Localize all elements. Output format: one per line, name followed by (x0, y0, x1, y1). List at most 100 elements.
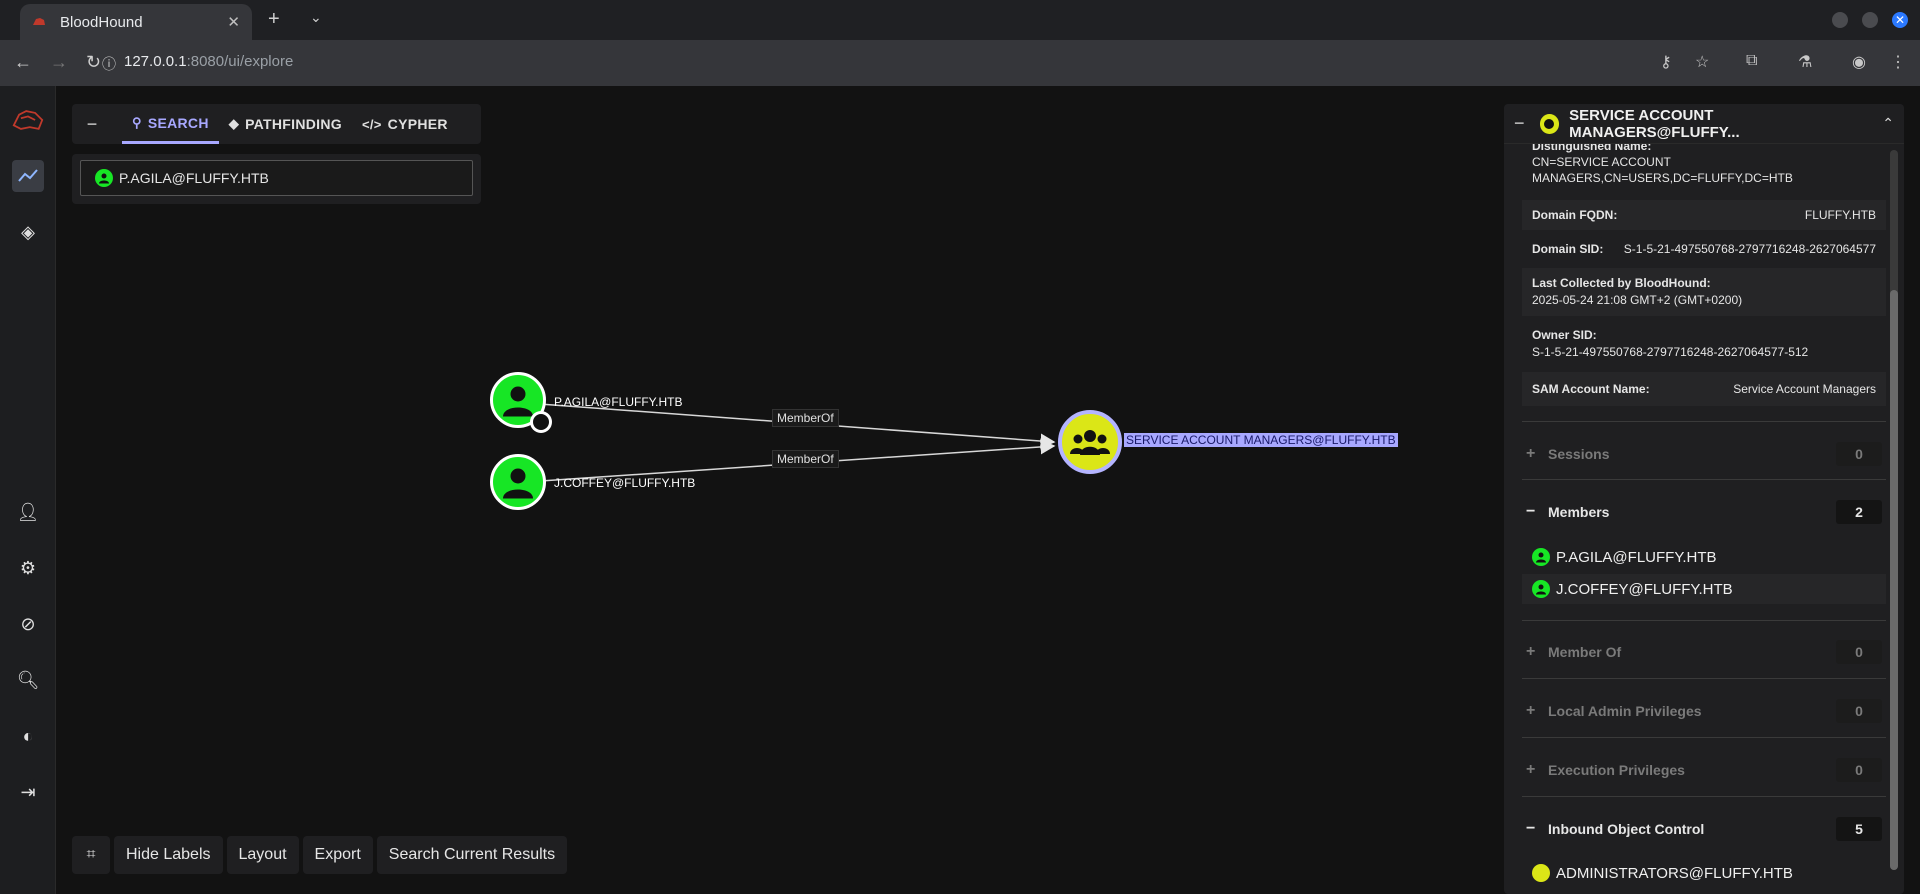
forward-icon[interactable]: → (50, 52, 68, 73)
tab-cypher[interactable]: </> CYPHER (352, 104, 458, 144)
group-management-gem-icon[interactable]: ◈ (12, 216, 44, 248)
edge-label-memberof[interactable]: MemberOf (772, 409, 839, 427)
logout-icon[interactable]: ⇥ (12, 776, 44, 808)
section-execution-privileges[interactable]: + Execution Privileges 0 (1522, 754, 1886, 786)
prop-value: S-1-5-21-497550768-2797716248-2627064577 (1623, 242, 1876, 256)
close-window-icon[interactable]: ✕ (1892, 12, 1908, 28)
tab-list-chevron-icon[interactable]: ⌄ (310, 9, 322, 26)
edge-label-memberof[interactable]: MemberOf (772, 450, 839, 468)
tab-search[interactable]: ⚲ SEARCH (122, 104, 219, 144)
labs-flask-icon[interactable]: ⚗ (1798, 52, 1812, 72)
divider (1522, 421, 1886, 422)
node-label-pagila: P.AGILA@FLUFFY.HTB (554, 395, 683, 409)
tab-title: BloodHound (60, 13, 143, 31)
back-icon[interactable]: ← (14, 52, 32, 73)
browser-tab[interactable]: BloodHound ✕ (20, 4, 252, 40)
prop-owner-sid: Owner SID: S-1-5-21-497550768-2797716248… (1522, 320, 1886, 368)
api-explorer-icon[interactable]: 🔍︎ (12, 664, 44, 696)
administration-icon[interactable]: ⚙ (12, 552, 44, 584)
section-sessions[interactable]: + Sessions 0 (1522, 438, 1886, 470)
profile-nav-icon[interactable]: 👤︎ (12, 496, 44, 528)
count-badge: 0 (1836, 640, 1882, 664)
prop-label: SAM Account Name: (1532, 382, 1650, 396)
bloodhound-logo-icon[interactable] (12, 104, 44, 136)
search-box: P.AGILA@FLUFFY.HTB (72, 154, 481, 204)
site-info-icon[interactable]: ⓘ (102, 54, 116, 74)
owned-skull-badge-icon (530, 411, 552, 433)
prop-distinguished-name: Distinguished Name: CN=SERVICE ACCOUNT M… (1522, 144, 1886, 194)
password-key-icon[interactable]: ⚷ (1660, 52, 1672, 72)
divider (1522, 620, 1886, 621)
new-tab-icon[interactable]: + (268, 8, 280, 31)
hide-labels-button[interactable]: Hide Labels (114, 836, 223, 874)
entity-panel-scrollbar-thumb[interactable] (1890, 290, 1898, 870)
explore-nav-icon[interactable] (12, 160, 44, 192)
tab-cypher-label: CYPHER (387, 116, 448, 132)
user-icon (503, 468, 533, 499)
layout-button[interactable]: Layout (226, 836, 299, 874)
bookmark-star-icon[interactable]: ☆ (1695, 52, 1709, 72)
section-label: Sessions (1548, 446, 1610, 462)
explore-compass-icon[interactable]: ⊘ (12, 608, 44, 640)
prop-label: Distinguished Name: (1532, 144, 1652, 153)
group-icon (1070, 430, 1110, 455)
prop-sam-account-name: SAM Account Name: Service Account Manager… (1522, 372, 1886, 406)
member-list-item[interactable]: J.COFFEY@FLUFFY.HTB (1522, 574, 1886, 604)
minimize-window-icon[interactable] (1832, 12, 1848, 28)
entity-title: SERVICE ACCOUNT MANAGERS@FLUFFY... (1569, 106, 1740, 141)
count-badge: 0 (1836, 442, 1882, 466)
prop-label: Owner SID: (1532, 328, 1597, 342)
tab-pathfinding[interactable]: ◆ PATHFINDING (219, 104, 352, 144)
section-label: Execution Privileges (1548, 762, 1685, 778)
maximize-window-icon[interactable] (1862, 12, 1878, 28)
tab-pathfinding-label: PATHFINDING (245, 116, 342, 132)
expand-plus-icon: + (1526, 445, 1536, 462)
tab-search-label: SEARCH (147, 114, 209, 131)
reset-view-crop-icon[interactable]: ⌗ (72, 836, 110, 874)
section-members[interactable]: − Members 2 (1522, 496, 1886, 528)
divider (1522, 737, 1886, 738)
extensions-icon[interactable]: ⧉ (1746, 52, 1757, 70)
expand-plus-icon: + (1526, 761, 1536, 778)
tab-close-icon[interactable]: ✕ (227, 13, 240, 31)
expand-plus-icon: + (1526, 643, 1536, 660)
search-panel: − ⚲ SEARCH ◆ PATHFINDING </> CYPHER P.AG… (72, 104, 481, 230)
section-member-of[interactable]: + Member Of 0 (1522, 636, 1886, 668)
entity-properties: Distinguished Name: CN=SERVICE ACCOUNT M… (1522, 144, 1886, 894)
dark-mode-toggle-icon[interactable]: ◐ (12, 720, 44, 752)
left-nav-sidebar: ◈ 👤︎ ⚙ ⊘ 🔍︎ ◐ ⇥ (0, 86, 56, 894)
section-label: Local Admin Privileges (1548, 703, 1702, 719)
collapse-entity-panel-button[interactable]: − (1514, 113, 1540, 134)
search-current-results-button[interactable]: Search Current Results (376, 836, 568, 874)
url-field[interactable]: 127.0.0.1:8080/ui/explore (124, 53, 293, 70)
prop-value: Service Account Managers (1733, 382, 1876, 396)
pathfinding-icon: ◆ (228, 116, 240, 131)
browser-menu-icon[interactable]: ⋮ (1890, 52, 1906, 72)
section-inbound-object-control[interactable]: − Inbound Object Control 5 (1522, 813, 1886, 845)
reload-icon[interactable]: ↻ (86, 52, 101, 73)
chevron-up-icon[interactable]: ⌃ (1882, 115, 1894, 132)
section-local-admin-privileges[interactable]: + Local Admin Privileges 0 (1522, 695, 1886, 727)
count-badge: 0 (1836, 758, 1882, 782)
bloodhound-app: ◈ 👤︎ ⚙ ⊘ 🔍︎ ◐ ⇥ MemberOf MemberOf P.AGIL… (0, 86, 1920, 894)
inbound-name: ADMINISTRATORS@FLUFFY.HTB (1556, 864, 1793, 882)
collapse-panel-button[interactable]: − (72, 114, 112, 135)
count-badge: 5 (1836, 817, 1882, 841)
member-name: P.AGILA@FLUFFY.HTB (1556, 548, 1717, 566)
group-icon (1532, 864, 1550, 882)
graph-node-user[interactable] (490, 454, 546, 510)
inbound-control-list-item[interactable]: ADMINISTRATORS@FLUFFY.HTB (1522, 858, 1886, 888)
user-icon (95, 169, 113, 187)
prop-domain-fqdn: Domain FQDN: FLUFFY.HTB (1522, 200, 1886, 230)
node-label-service-account-managers: SERVICE ACCOUNT MANAGERS@FLUFFY.HTB (1124, 433, 1398, 447)
member-list-item[interactable]: P.AGILA@FLUFFY.HTB (1522, 542, 1886, 572)
graph-node-group-selected[interactable] (1058, 410, 1122, 474)
collapse-minus-icon: − (1526, 820, 1536, 837)
count-badge: 0 (1836, 699, 1882, 723)
divider (1522, 479, 1886, 480)
node-search-input[interactable]: P.AGILA@FLUFFY.HTB (80, 160, 473, 196)
prop-value: FLUFFY.HTB (1804, 208, 1876, 222)
url-path: :8080/ui/explore (186, 53, 294, 70)
profile-icon[interactable]: ◉ (1852, 52, 1866, 72)
export-button[interactable]: Export (302, 836, 373, 874)
